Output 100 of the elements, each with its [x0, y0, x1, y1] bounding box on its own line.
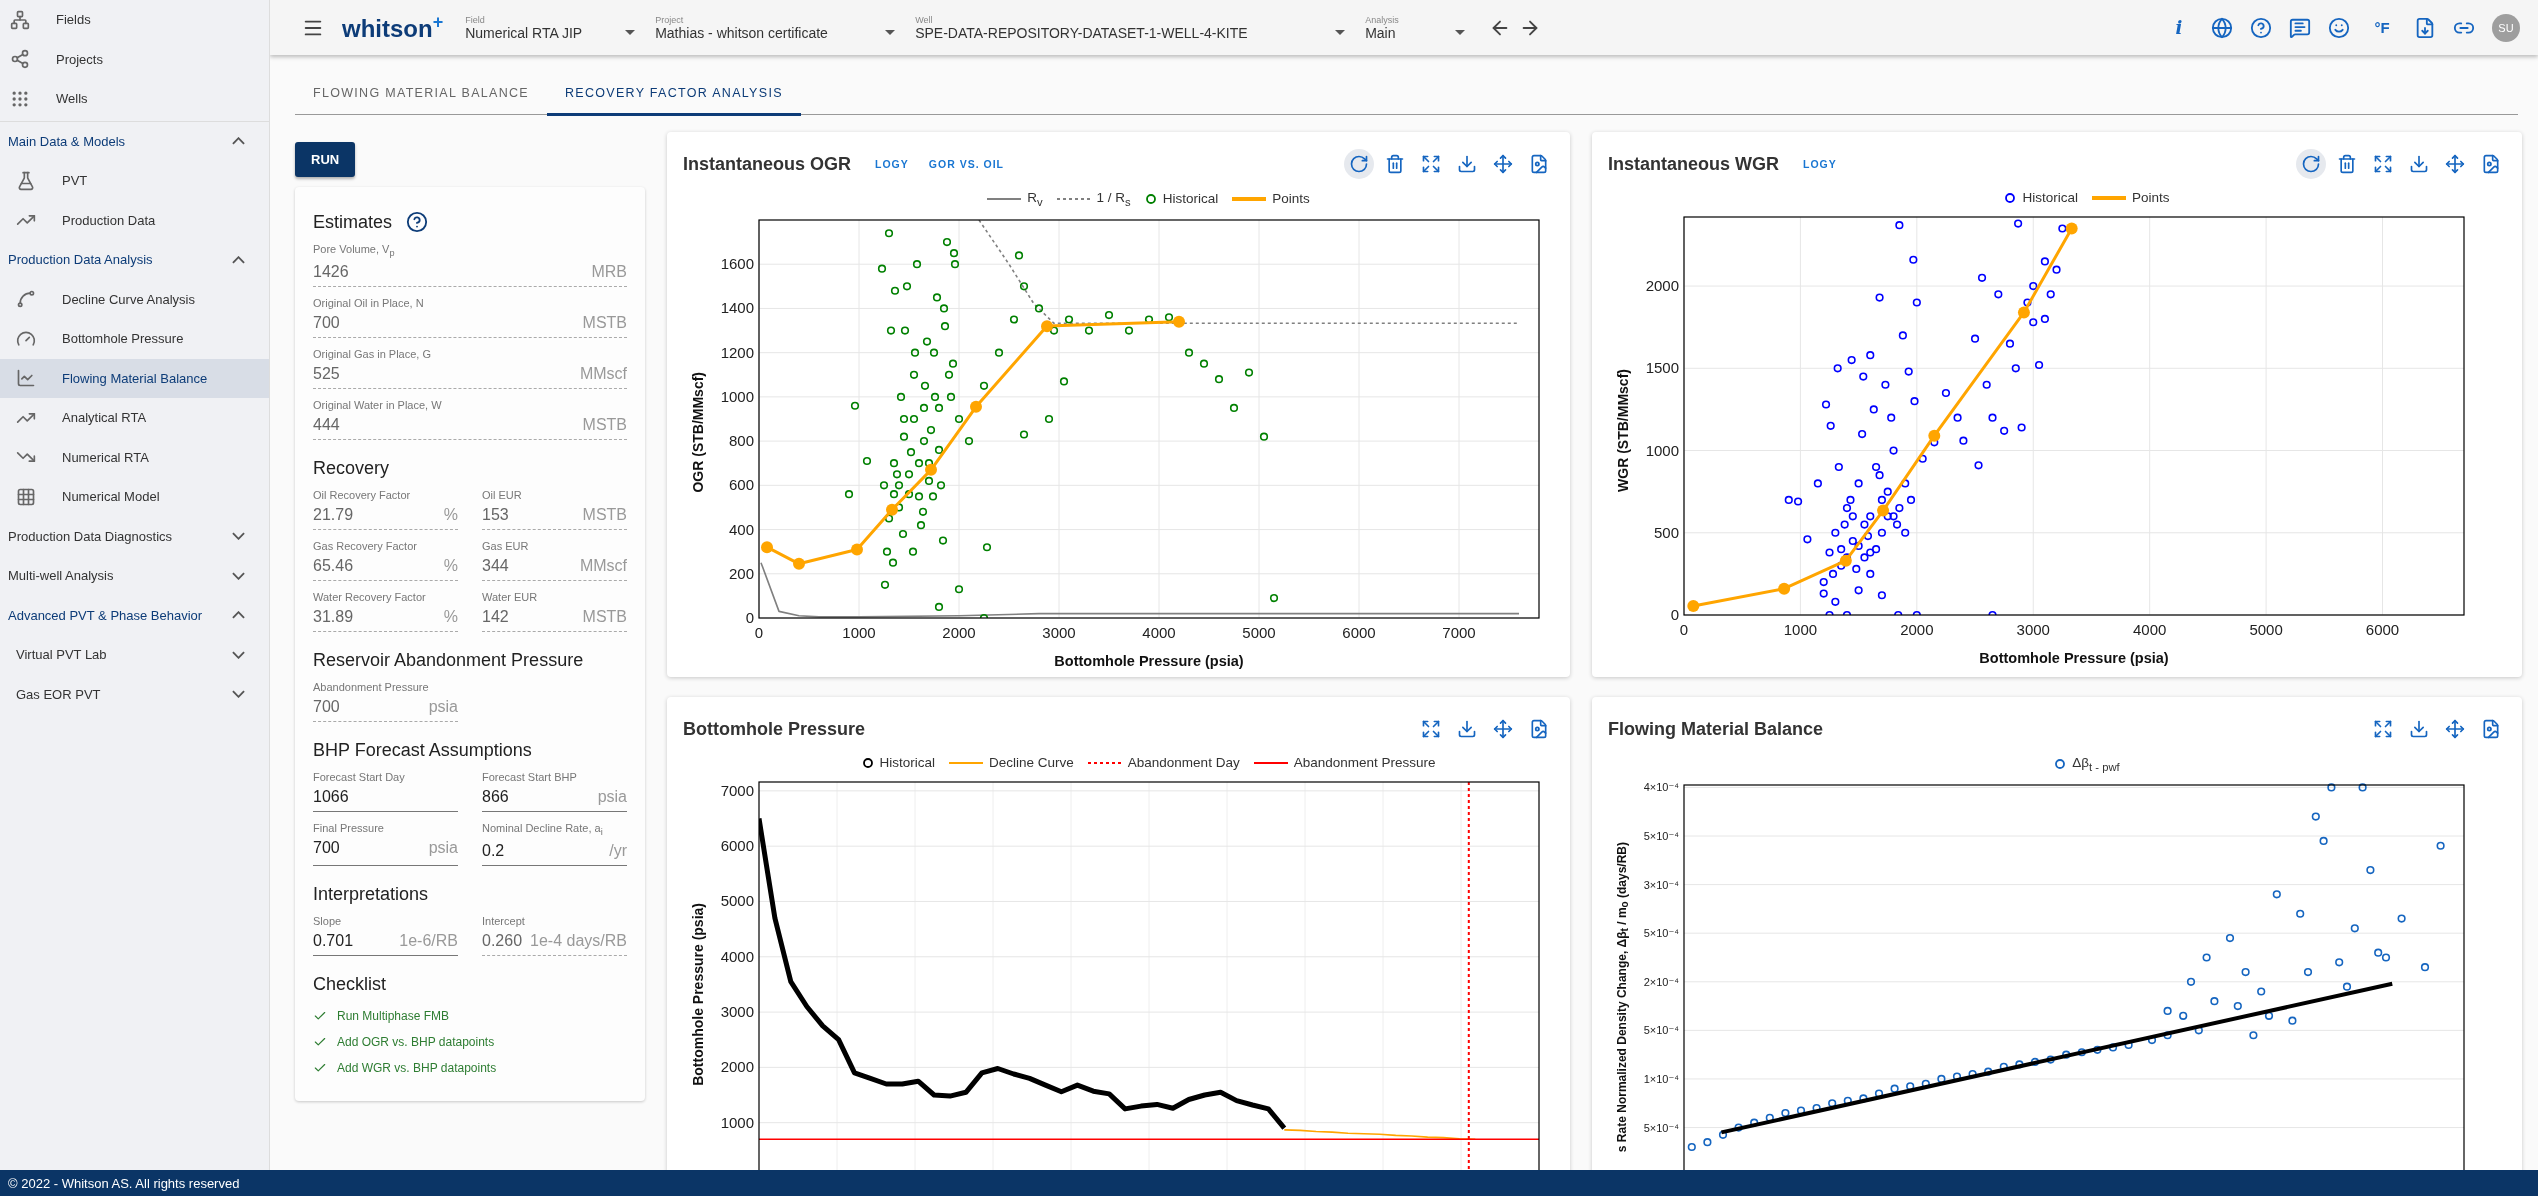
tick-label: 0	[745, 608, 754, 626]
tab[interactable]: RECOVERY FACTOR ANALYSIS	[546, 72, 801, 116]
sidebar-item[interactable]: Analytical RTA	[0, 398, 269, 438]
input-field[interactable]: Water EUR 142 MSTB	[482, 589, 627, 633]
sidebar-item[interactable]: Bottomhole Pressure	[0, 319, 269, 359]
tick-label: 5×10⁻⁴	[1643, 926, 1679, 939]
section-title: Checklist	[313, 974, 387, 996]
input-field[interactable]: Nominal Decline Rate, a$_{i}$ 0.2 /yr	[482, 820, 627, 867]
tick-label: 200	[728, 564, 754, 582]
tick-label: 2000	[1900, 621, 1934, 638]
chart-title: Instantaneous OGR	[683, 153, 852, 175]
input-field[interactable]: Gas Recovery Factor 65.46 %	[313, 538, 458, 582]
input-field[interactable]: Forecast Start Day 1066	[313, 769, 458, 813]
select-field[interactable]: Analysis Main	[1365, 0, 1466, 55]
input-field[interactable]: Original Gas in Place, G 525 MMscf	[313, 346, 627, 390]
chart-title: Bottomhole Pressure	[683, 718, 866, 740]
sidebar-section[interactable]: Main Data & Models	[0, 121, 269, 161]
info-icon[interactable]: i	[2164, 17, 2194, 38]
run-button[interactable]: RUN	[295, 142, 356, 177]
sidebar-section[interactable]: Production Data Analysis	[0, 240, 269, 280]
tick-label: 4×10⁻⁴	[1643, 781, 1679, 794]
tick-label: 1000	[1645, 441, 1679, 459]
tick-label: 6000	[720, 837, 754, 855]
tick-label: 400	[728, 520, 754, 538]
legend-label: Historical	[879, 755, 935, 770]
chart-action-link[interactable]: LOGY	[1801, 156, 1839, 172]
chart-title: Instantaneous WGR	[1608, 153, 1779, 175]
tab[interactable]: FLOWING MATERIAL BALANCE	[295, 72, 547, 116]
input-field[interactable]: Oil EUR 153 MSTB	[482, 487, 627, 531]
legend-label: Points	[1272, 191, 1310, 207]
logo: whitson$^{+}$	[342, 12, 444, 43]
tick-label: 5000	[2249, 621, 2283, 638]
tick-label: 4000	[2133, 621, 2167, 638]
sidebar-item[interactable]: Production Data	[0, 200, 269, 240]
input-field[interactable]: Intercept 0.260 1e-4 days/RB	[482, 913, 627, 957]
legend-label: R$_{v}$	[1027, 190, 1043, 208]
sidebar-section[interactable]: Multi-well Analysis	[0, 556, 269, 596]
checklist-item: Add OGR vs. BHP datapoints	[337, 1035, 495, 1050]
sidebar-item[interactable]: Numerical RTA	[0, 437, 269, 477]
input-field[interactable]: Original Water in Place, W 444 MSTB	[313, 397, 627, 441]
sidebar-item[interactable]: Flowing Material Balance	[0, 358, 269, 398]
section-title: Recovery	[313, 458, 390, 480]
tick-label: 3000	[720, 1003, 754, 1021]
sidebar-item[interactable]: PVT	[0, 161, 269, 201]
tick-label: 3000	[1042, 623, 1076, 641]
units-toggle[interactable]: °F	[2367, 19, 2397, 36]
axis-title: Bottomhole Pressure (psia)	[1979, 650, 2169, 666]
copyright-text: © 2022 - Whitson AS. All rights reserved	[8, 1175, 240, 1191]
sidebar-group[interactable]: Virtual PVT Lab	[0, 635, 269, 675]
legend-label: Points	[2132, 190, 2170, 205]
input-field[interactable]: Slope 0.701 1e-6/RB	[313, 913, 458, 957]
input-field[interactable]: Forecast Start BHP 866 psia	[482, 769, 627, 813]
sidebar-item[interactable]: Fields	[0, 0, 269, 40]
input-field[interactable]: Abandonment Pressure 700 psia	[313, 679, 458, 723]
tick-label: 4000	[720, 947, 754, 965]
axis-title: WGR (STB/MMscf)	[1615, 368, 1631, 492]
select-field[interactable]: Project Mathias - whitson certificate	[655, 0, 896, 55]
sidebar-item[interactable]: Projects	[0, 39, 269, 79]
section-title: Reservoir Abandonment Pressure	[313, 650, 584, 672]
input-field[interactable]: Oil Recovery Factor 21.79 %	[313, 487, 458, 531]
section-title: Interpretations	[313, 884, 429, 906]
legend-label: Historical	[1162, 191, 1219, 207]
tick-label: 2000	[1645, 277, 1679, 295]
tick-label: 500	[1653, 523, 1679, 541]
checklist-item: Run Multiphase FMB	[337, 1009, 450, 1024]
input-field[interactable]: Water Recovery Factor 31.89 %	[313, 589, 458, 633]
tick-label: 1000	[842, 623, 876, 641]
input-field[interactable]: Final Pressure 700 psia	[313, 820, 458, 867]
sidebar-group[interactable]: Gas EOR PVT	[0, 674, 269, 714]
chart-action-link[interactable]: GOR VS. OIL	[926, 156, 1006, 172]
sidebar-section[interactable]: Advanced PVT & Phase Behavior	[0, 595, 269, 635]
legend-label: Abandonment Pressure	[1293, 755, 1436, 770]
input-field[interactable]: Gas EUR 344 MMscf	[482, 538, 627, 582]
tick-label: 5×10⁻⁴	[1643, 1121, 1679, 1134]
tick-label: 2000	[942, 623, 976, 641]
sidebar-item[interactable]: Wells	[0, 79, 269, 119]
tick-label: 0	[1670, 606, 1679, 623]
tick-label: 3×10⁻⁴	[1643, 878, 1679, 891]
tick-label: 1500	[1645, 359, 1679, 377]
section-title: BHP Forecast Assumptions	[313, 740, 532, 762]
tick-label: 6000	[1342, 623, 1376, 641]
tick-label: 1000	[720, 387, 754, 405]
checklist-item: Add WGR vs. BHP datapoints	[337, 1061, 497, 1076]
tick-label: 800	[728, 431, 754, 449]
axis-title: Bottomhole Pressure (psia)	[690, 902, 706, 1086]
tick-label: 5×10⁻⁴	[1643, 1024, 1679, 1037]
section-title: Estimates	[313, 211, 393, 233]
tick-label: 5000	[1242, 623, 1276, 641]
tick-label: 1400	[720, 299, 754, 317]
sidebar-item[interactable]: Decline Curve Analysis	[0, 279, 269, 319]
input-field[interactable]: Pore Volume, V$_{p}$ 1426 MRB	[313, 241, 627, 288]
tick-label: 1×10⁻⁴	[1643, 1072, 1679, 1085]
sidebar-section[interactable]: Production Data Diagnostics	[0, 516, 269, 556]
sidebar-item[interactable]: Numerical Model	[0, 477, 269, 517]
tick-label: 600	[728, 476, 754, 493]
chart-action-link[interactable]: LOGY	[873, 156, 911, 172]
select-field[interactable]: Well SPE-DATA-REPOSITORY-DATASET-1-WELL-4-KITE	[915, 0, 1346, 55]
select-field[interactable]: Field Numerical RTA JIP	[465, 0, 636, 55]
input-field[interactable]: Original Oil in Place, N 700 MSTB	[313, 295, 627, 339]
tick-label: 7000	[720, 781, 754, 799]
